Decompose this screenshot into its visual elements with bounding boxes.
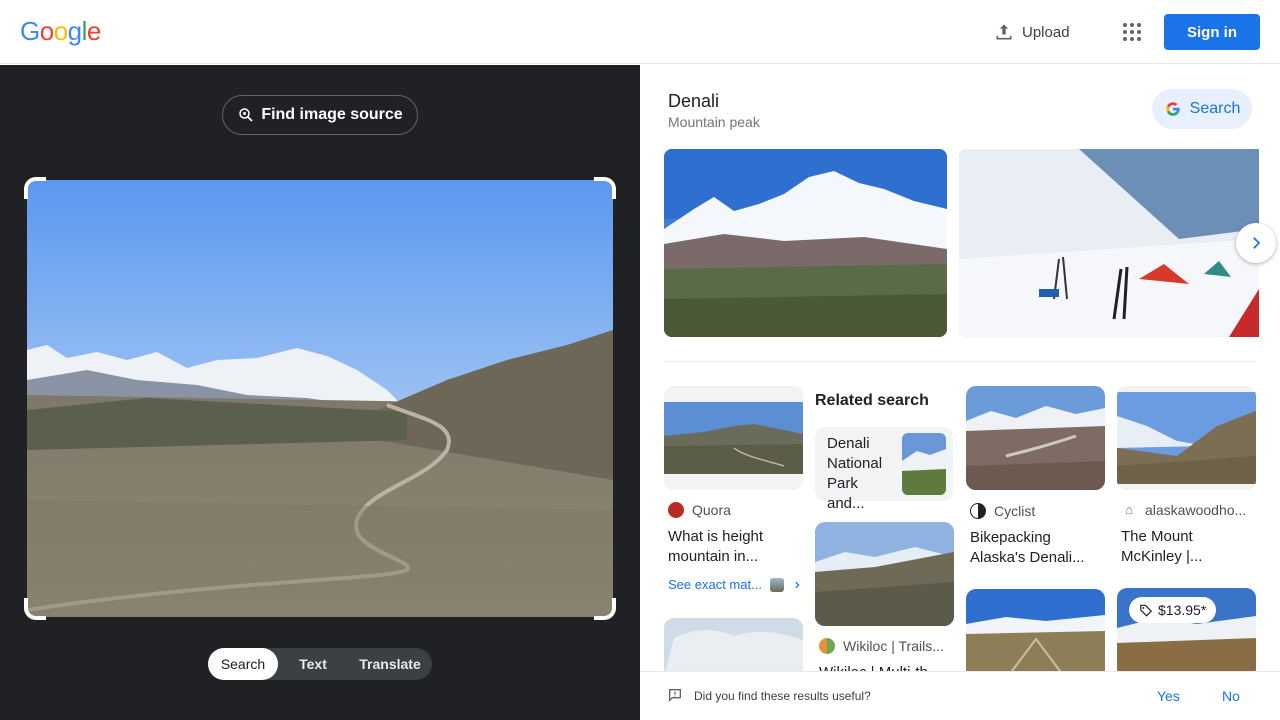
image-query-panel: Find image source Search Text Translate xyxy=(0,65,640,720)
crop-handle-bottom-left[interactable] xyxy=(24,598,46,620)
logo-letter: o xyxy=(53,16,68,46)
result-title-line: The Mount xyxy=(1121,528,1193,545)
feedback-no-button[interactable]: No xyxy=(1222,688,1240,704)
mode-tabs: Search Text Translate xyxy=(208,648,432,680)
upload-icon xyxy=(996,24,1012,40)
hero-image-denali[interactable] xyxy=(664,149,947,337)
entity-subtitle: Mountain peak xyxy=(668,114,760,130)
google-g-icon xyxy=(1165,102,1180,116)
cyclist-favicon-icon xyxy=(970,503,986,519)
google-search-button[interactable]: Search xyxy=(1152,89,1252,129)
crop-handle-top-right[interactable] xyxy=(594,177,616,199)
entity-title[interactable]: Denali xyxy=(668,91,719,112)
section-divider xyxy=(664,361,1256,362)
result-title-cyclist[interactable]: Bikepacking Alaska's Denali... xyxy=(970,528,1085,568)
google-logo[interactable]: Google xyxy=(20,16,101,47)
apps-grid-button[interactable] xyxy=(1114,14,1150,50)
apps-grid-icon xyxy=(1123,23,1141,41)
find-image-source-label: Find image source xyxy=(261,106,403,123)
result-title-line: What is height xyxy=(668,528,764,545)
find-image-source-button[interactable]: Find image source xyxy=(222,95,418,135)
result-source-label: Cyclist xyxy=(994,503,1036,519)
results-panel: Denali Mountain peak Search Quora What i… xyxy=(640,65,1280,720)
result-thumb-sky[interactable] xyxy=(664,618,803,678)
result-source-cyclist[interactable]: Cyclist xyxy=(970,503,1035,519)
result-title-line: mountain in... xyxy=(668,548,759,565)
result-source-quora[interactable]: Quora xyxy=(668,502,731,518)
chevron-right-icon xyxy=(1253,237,1261,249)
feedback-question: Did you find these results useful? xyxy=(694,689,871,703)
result-source-label: Wikiloc | Trails... xyxy=(843,638,944,654)
price-label: $13.95* xyxy=(1158,602,1207,618)
crop-handle-top-left[interactable] xyxy=(24,177,46,199)
tab-text[interactable]: Text xyxy=(278,648,348,680)
query-image xyxy=(27,180,613,617)
result-title-quora[interactable]: What is height mountain in... xyxy=(668,527,763,567)
result-title-line: McKinley |... xyxy=(1121,548,1203,565)
sign-in-button[interactable]: Sign in xyxy=(1164,14,1260,50)
related-line: Park and... xyxy=(827,475,865,512)
logo-letter: G xyxy=(20,16,40,46)
feedback-icon xyxy=(669,689,681,702)
result-thumb-wikiloc[interactable] xyxy=(815,522,954,626)
crop-handle-bottom-right[interactable] xyxy=(594,598,616,620)
logo-letter: e xyxy=(86,16,101,46)
related-search-denali-national-park[interactable]: Denali National Park and... xyxy=(815,427,953,512)
feedback-bar: Did you find these results useful? Yes N… xyxy=(640,671,1280,720)
related-line: Denali xyxy=(827,435,870,452)
result-thumb-panorama[interactable] xyxy=(966,589,1105,679)
result-title-line: Alaska's Denali... xyxy=(970,549,1085,566)
result-source-wikiloc[interactable]: Wikiloc | Trails... xyxy=(819,638,944,654)
result-thumb-alaskawoodhouse[interactable] xyxy=(1117,386,1256,490)
result-thumb-cyclist[interactable] xyxy=(966,386,1105,490)
feedback-yes-button[interactable]: Yes xyxy=(1157,688,1180,704)
exact-match-thumb-icon xyxy=(769,577,784,592)
chevron-right-icon xyxy=(795,581,800,588)
upload-label: Upload xyxy=(1022,23,1070,41)
price-tag-icon xyxy=(1140,604,1153,617)
hero-image-camp[interactable] xyxy=(959,149,1259,337)
tab-search[interactable]: Search xyxy=(208,648,278,680)
lens-search-icon xyxy=(239,108,253,122)
top-bar: Google Upload Sign in xyxy=(0,0,1280,64)
logo-letter: o xyxy=(39,16,54,46)
quora-favicon-icon xyxy=(668,502,684,518)
crop-selection[interactable] xyxy=(24,177,616,620)
result-source-alaskawoodhouse[interactable]: ⌂ alaskawoodho... xyxy=(1121,502,1246,518)
see-exact-matches-link[interactable]: See exact mat... xyxy=(668,577,802,592)
wikiloc-favicon-icon xyxy=(819,638,835,654)
related-line: National xyxy=(827,455,883,472)
result-source-label: alaskawoodho... xyxy=(1145,502,1247,518)
result-thumb-quora[interactable] xyxy=(664,386,803,490)
upload-button[interactable]: Upload xyxy=(984,14,1080,50)
see-exact-matches-label: See exact mat... xyxy=(668,577,762,592)
related-search-text: Denali National Park and... xyxy=(827,434,899,514)
tab-translate[interactable]: Translate xyxy=(348,648,432,680)
result-source-label: Quora xyxy=(692,502,731,518)
price-badge: $13.95* xyxy=(1129,597,1217,623)
website-favicon-icon: ⌂ xyxy=(1125,502,1133,517)
logo-letter: g xyxy=(67,16,82,46)
carousel-next-button[interactable] xyxy=(1236,223,1276,263)
result-title-line: Bikepacking xyxy=(970,529,1051,546)
google-search-label: Search xyxy=(1189,100,1241,117)
related-search-heading: Related search xyxy=(815,392,929,409)
result-title-alaskawoodhouse[interactable]: The Mount McKinley |... xyxy=(1121,527,1202,567)
related-search-image xyxy=(902,433,946,495)
